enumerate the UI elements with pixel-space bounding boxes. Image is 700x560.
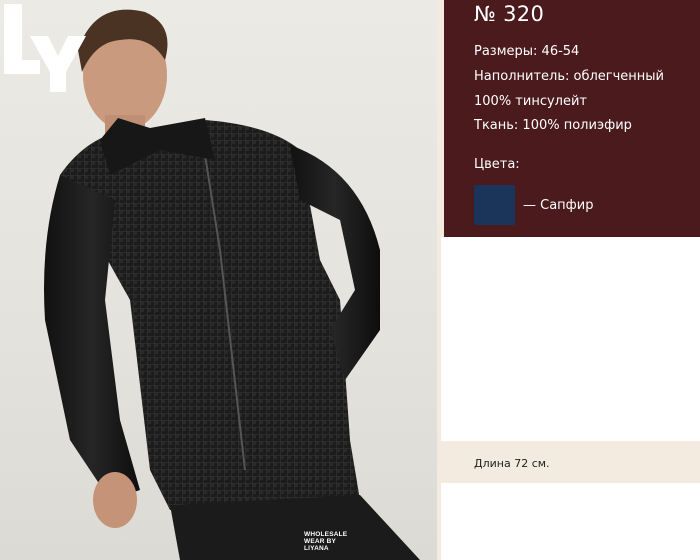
product-photo: WHOLESALE WEAR BY LIYANA xyxy=(0,0,437,560)
blank-area-bottom xyxy=(441,483,700,560)
color-name-sapphire: — Сапфир xyxy=(523,198,594,213)
spec-sizes: Размеры: 46-54 xyxy=(474,44,580,59)
product-number: № 320 xyxy=(474,2,545,26)
product-length: Длина 72 см. xyxy=(474,457,550,470)
blank-area-top xyxy=(441,237,700,441)
product-info-panel: № 320 Размеры: 46-54 Наполнитель: облегч… xyxy=(444,0,700,237)
colors-label: Цвета: xyxy=(474,157,520,172)
spec-fabric: Ткань: 100% полиэфир xyxy=(474,118,632,133)
color-swatch-sapphire[interactable] xyxy=(474,185,515,225)
spec-insulation: 100% тинсулейт xyxy=(474,94,587,109)
brand-logo xyxy=(4,4,86,92)
spec-filler: Наполнитель: облегченный xyxy=(474,69,665,84)
brand-caption: WHOLESALE WEAR BY LIYANA xyxy=(304,531,348,552)
